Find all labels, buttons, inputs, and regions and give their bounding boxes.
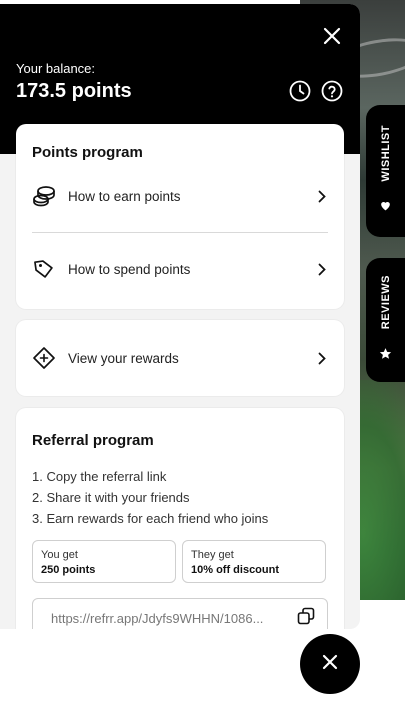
referral-program-title: Referral program [32, 432, 154, 449]
you-get-value: 250 points [41, 564, 96, 576]
view-rewards-row[interactable]: View your rewards [32, 340, 328, 376]
close-button[interactable] [318, 24, 346, 52]
star-icon [379, 347, 392, 365]
rewards-card: View your rewards [16, 320, 344, 396]
you-get-box: You get 250 points [32, 540, 176, 583]
wishlist-side-tab[interactable]: WISHLIST [366, 105, 405, 237]
referral-link-text[interactable]: https://refrr.app/Jdyfs9WHHN/1086... [51, 611, 287, 626]
how-to-earn-label: How to earn points [68, 188, 181, 204]
referral-step: 1. Copy the referral link [32, 469, 167, 484]
referral-steps: 1. Copy the referral link 2. Share it wi… [32, 466, 268, 529]
help-question-icon [321, 80, 343, 107]
divider [32, 232, 328, 233]
balance-label: Your balance: [16, 61, 96, 76]
they-get-value: 10% off discount [191, 564, 280, 576]
heart-icon [379, 199, 392, 217]
close-icon [322, 654, 338, 675]
balance-value: 173.5 points [16, 80, 132, 102]
close-icon [323, 27, 341, 50]
points-program-title: Points program [32, 144, 143, 161]
referral-link-field[interactable]: https://refrr.app/Jdyfs9WHHN/1086... [32, 598, 328, 629]
how-to-spend-row[interactable]: How to spend points [32, 251, 328, 287]
referral-step: 2. Share it with your friends [32, 490, 190, 505]
help-button[interactable] [320, 80, 344, 107]
they-get-box: They get 10% off discount [182, 540, 326, 583]
history-clock-icon [289, 80, 311, 107]
widget-toggle-close-button[interactable] [300, 634, 360, 694]
loyalty-panel: Your balance: 173.5 points Points progra… [0, 4, 360, 629]
wishlist-tab-label: WISHLIST [379, 124, 392, 182]
referral-step: 3. Earn rewards for each friend who join… [32, 511, 269, 526]
view-rewards-label: View your rewards [68, 350, 179, 366]
history-button[interactable] [288, 80, 312, 107]
you-get-label: You get [41, 549, 78, 561]
chevron-right-icon [316, 262, 328, 276]
they-get-label: They get [191, 549, 234, 561]
coins-icon [32, 184, 56, 208]
copy-icon [297, 607, 315, 630]
chevron-right-icon [316, 351, 328, 365]
reviews-side-tab[interactable]: REVIEWS [366, 258, 405, 382]
referral-program-card: Referral program 1. Copy the referral li… [16, 408, 344, 629]
copy-link-button[interactable] [295, 607, 317, 629]
price-tag-icon [32, 257, 56, 281]
reviews-tab-label: REVIEWS [379, 274, 392, 330]
points-program-card: Points program How to earn points How to… [16, 124, 344, 309]
ticket-icon [32, 346, 56, 370]
how-to-earn-row[interactable]: How to earn points [32, 178, 328, 214]
how-to-spend-label: How to spend points [68, 261, 191, 277]
chevron-right-icon [316, 189, 328, 203]
